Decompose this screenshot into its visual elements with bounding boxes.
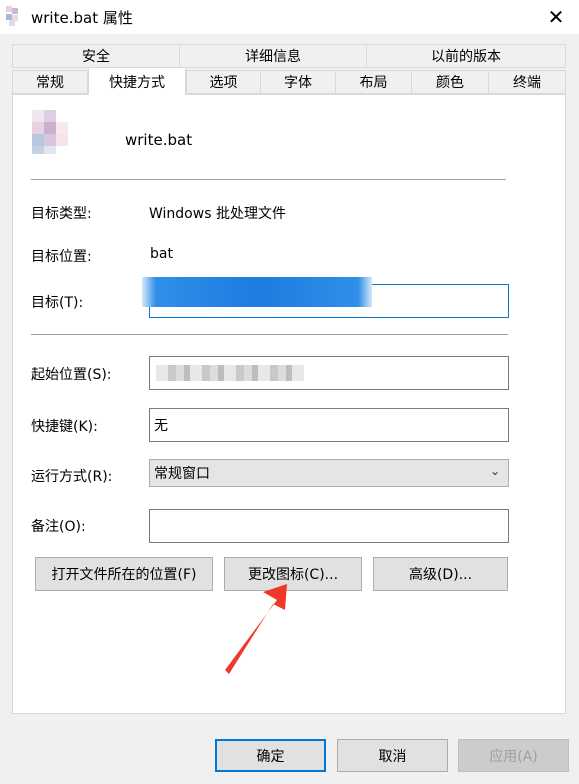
divider bbox=[31, 334, 508, 335]
target-type-value: Windows 批处理文件 bbox=[149, 206, 286, 222]
tab-font[interactable]: 字体 bbox=[260, 70, 336, 94]
batch-file-icon bbox=[6, 6, 24, 26]
title-bar: write.bat 属性 ✕ bbox=[0, 0, 579, 34]
annotation-arrow-icon bbox=[225, 584, 287, 674]
target-location-label: 目标位置: bbox=[31, 249, 92, 265]
tab-colors[interactable]: 颜色 bbox=[411, 70, 489, 94]
advanced-button[interactable]: 高级(D)... bbox=[373, 557, 508, 591]
tab-layout[interactable]: 布局 bbox=[335, 70, 412, 94]
tab-terminal[interactable]: 终端 bbox=[488, 70, 566, 94]
tab-details[interactable]: 详细信息 bbox=[179, 44, 367, 68]
start-in-label: 起始位置(S): bbox=[31, 367, 112, 383]
target-type-label: 目标类型: bbox=[31, 206, 92, 222]
ok-button[interactable]: 确定 bbox=[215, 739, 326, 772]
file-name: write.bat bbox=[125, 131, 193, 149]
close-icon: ✕ bbox=[547, 5, 565, 29]
run-label: 运行方式(R): bbox=[31, 469, 113, 485]
apply-button[interactable]: 应用(A) bbox=[458, 739, 569, 772]
target-location-value: bat bbox=[150, 246, 173, 262]
tab-previous-versions[interactable]: 以前的版本 bbox=[366, 44, 566, 68]
hotkey-input[interactable]: 无 bbox=[149, 408, 509, 442]
cancel-button[interactable]: 取消 bbox=[337, 739, 448, 772]
tab-security[interactable]: 安全 bbox=[12, 44, 180, 68]
file-icon bbox=[32, 110, 72, 154]
start-in-input[interactable] bbox=[149, 356, 509, 390]
tab-options[interactable]: 选项 bbox=[186, 70, 261, 94]
run-select[interactable]: 常规窗口 ⌄ bbox=[149, 459, 509, 487]
divider bbox=[31, 179, 506, 180]
open-file-location-button[interactable]: 打开文件所在的位置(F) bbox=[35, 557, 213, 591]
hotkey-label: 快捷键(K): bbox=[31, 419, 98, 435]
redacted-start-in-text bbox=[156, 365, 304, 381]
target-input[interactable] bbox=[142, 277, 509, 318]
target-label: 目标(T): bbox=[31, 295, 84, 311]
comment-input[interactable] bbox=[149, 509, 509, 543]
tab-shortcut[interactable]: 快捷方式 bbox=[88, 67, 186, 95]
redacted-target-text bbox=[142, 277, 372, 307]
chevron-down-icon: ⌄ bbox=[489, 464, 500, 478]
comment-label: 备注(O): bbox=[31, 519, 86, 535]
window-title: write.bat 属性 bbox=[31, 9, 133, 27]
tab-general[interactable]: 常规 bbox=[12, 70, 88, 94]
close-button[interactable]: ✕ bbox=[533, 0, 579, 34]
